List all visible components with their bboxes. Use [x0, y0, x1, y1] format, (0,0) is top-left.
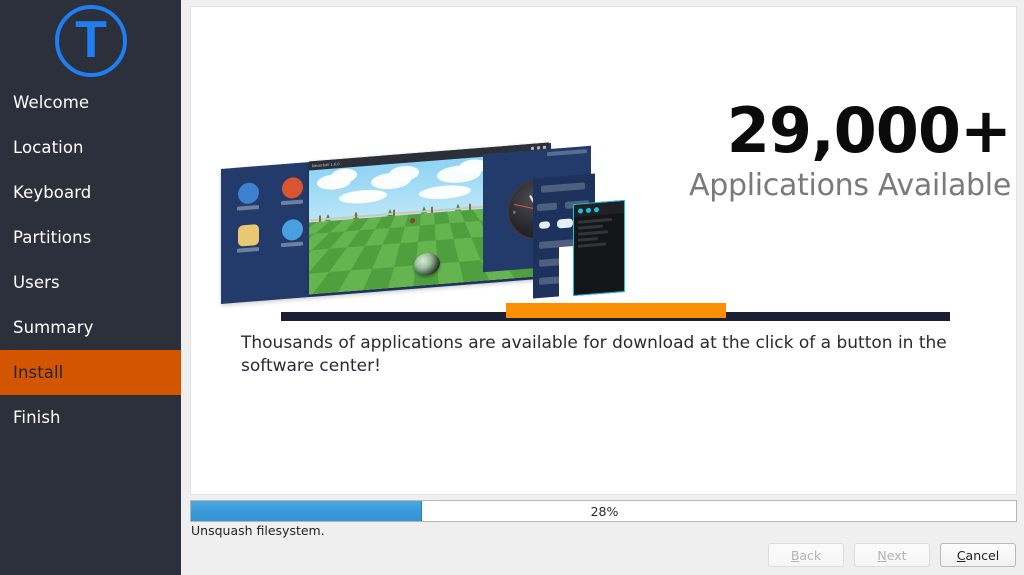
back-button-label: ack [799, 547, 822, 563]
sidebar-item-label: Install [13, 363, 64, 382]
sidebar-item-label: Partitions [13, 228, 92, 247]
slide-caption: Thousands of applications are available … [241, 333, 947, 376]
app-logo: T [0, 4, 181, 78]
desktop-icon [237, 182, 259, 211]
progress-bar-track: 28% [190, 500, 1017, 522]
slide-headline: 29,000+ Applications Available [591, 94, 1012, 205]
desktop-icon [281, 176, 303, 206]
desktop-icon-grid [235, 176, 310, 282]
installer-sidebar: T Welcome Location Keyboard Partitions U… [0, 0, 181, 575]
game-window-title: Neverball 1.6.0 [312, 161, 340, 168]
next-button[interactable]: Next [854, 543, 930, 567]
cancel-button[interactable]: Cancel [940, 543, 1016, 567]
progress-percent-label: 28% [590, 503, 619, 519]
sidebar-item-finish[interactable]: Finish [0, 395, 181, 440]
desktop-icon [281, 218, 303, 248]
install-progress: 28% [190, 500, 1017, 522]
logo-letter: T [75, 10, 107, 69]
terminal-body [574, 213, 624, 255]
wizard-button-row: Back Next Cancel [768, 543, 1016, 567]
slideshow-card: 29,000+ Applications Available Neverball… [190, 6, 1017, 495]
sidebar-item-location[interactable]: Location [0, 125, 181, 170]
back-button[interactable]: Back [768, 543, 844, 567]
sidebar-item-users[interactable]: Users [0, 260, 181, 305]
sidebar-item-label: Finish [13, 408, 61, 427]
sidebar-item-label: Keyboard [13, 183, 92, 202]
headline-subtitle: Applications Available [689, 168, 1011, 203]
cancel-button-label: ancel [965, 547, 1000, 563]
headline-number: 29,000+ [726, 94, 1012, 167]
desktop-icon [237, 224, 259, 253]
terminal-panel [573, 199, 625, 297]
next-button-mnemonic: N [877, 547, 887, 563]
sidebar-item-summary[interactable]: Summary [0, 305, 181, 350]
sidebar-item-label: Users [13, 273, 60, 292]
sidebar-item-label: Welcome [13, 93, 90, 112]
logo-circle-icon: T [54, 5, 127, 77]
installer-main-pane: 29,000+ Applications Available Neverball… [181, 0, 1024, 575]
cancel-button-mnemonic: C [956, 547, 966, 563]
sidebar-item-label: Location [13, 138, 84, 157]
install-status-text: Unsquash filesystem. [191, 523, 325, 538]
next-button-label: ext [886, 547, 907, 563]
sidebar-item-welcome[interactable]: Welcome [0, 80, 181, 125]
sidebar-item-keyboard[interactable]: Keyboard [0, 170, 181, 215]
desktop-montage-illustration: Neverball 1.6.0 9 [221, 142, 625, 304]
sidebar-item-install[interactable]: Install [0, 350, 181, 395]
sidebar-item-partitions[interactable]: Partitions [0, 215, 181, 260]
slide-ribbon-fill [506, 303, 726, 318]
sidebar-item-label: Summary [13, 318, 94, 337]
slideshow-slide: 29,000+ Applications Available Neverball… [191, 7, 1016, 407]
